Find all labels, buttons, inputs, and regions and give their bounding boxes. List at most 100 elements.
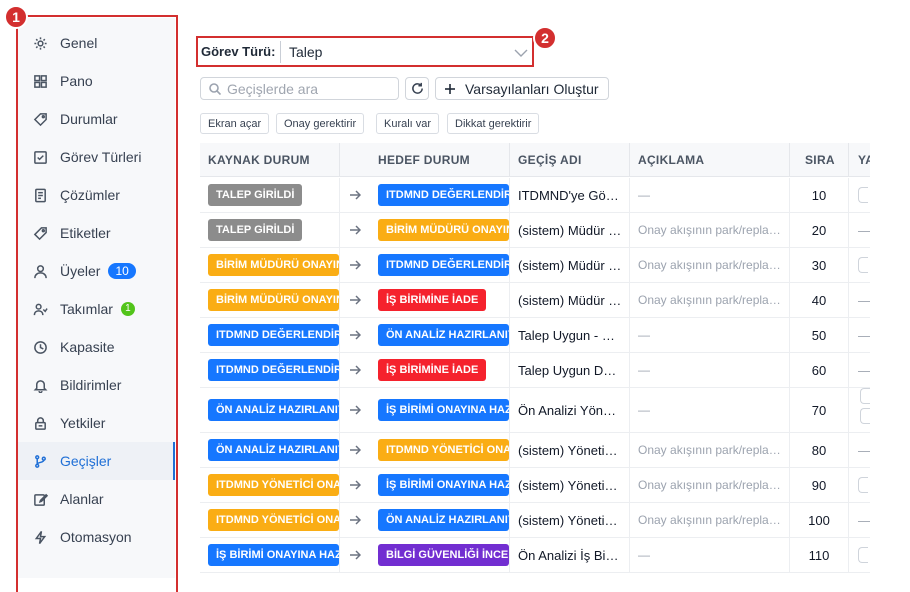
flag-chip[interactable] xyxy=(860,388,870,404)
sidebar-item-6[interactable]: Üyeler 10 xyxy=(18,252,173,290)
source-status-tag[interactable]: BİRİM MÜDÜRÜ ONAYINDA xyxy=(208,254,339,276)
table-row[interactable]: ITDMND DEĞERLENDİRME İŞ BİRİMİNE İADE Tale… xyxy=(200,353,870,388)
ya-cell xyxy=(858,538,870,572)
target-status-cell: ITDMND YÖNETİCİ ONAYINDA xyxy=(378,433,509,467)
target-status-cell: BİLGİ GÜVENLİĞİ İNCELEMESİ xyxy=(378,538,509,572)
count-badge: 10 xyxy=(108,263,136,279)
target-status-tag[interactable]: İŞ BİRİMİ ONAYINA HAZIR xyxy=(378,399,509,421)
sidebar-item-2[interactable]: Durumlar xyxy=(18,100,173,138)
source-status-tag[interactable]: ITDMND YÖNETİCİ ONAYINDA xyxy=(208,474,339,496)
transition-name-cell[interactable]: (sistem) Müdür Reddetti xyxy=(518,283,622,317)
description-cell: Onay akışının park/replay adımı xyxy=(638,443,781,457)
flag-chip[interactable] xyxy=(858,477,868,493)
arrow-right-icon xyxy=(349,538,369,572)
sidebar-item-8[interactable]: Kapasite xyxy=(18,328,173,366)
description-cell: — xyxy=(638,188,650,202)
target-status-tag[interactable]: ÖN ANALİZ HAZIRLANIYOR xyxy=(378,509,509,531)
col-target-status[interactable]: HEDEF DURUM xyxy=(378,143,470,177)
col-transition-name[interactable]: GEÇİŞ ADI xyxy=(518,143,582,177)
col-ya[interactable]: YA xyxy=(858,143,870,177)
create-defaults-label: Varsayılanları Oluştur xyxy=(465,80,599,97)
ya-cell: — xyxy=(858,512,870,528)
refresh-button[interactable] xyxy=(405,77,429,100)
table-row[interactable]: TALEP GİRİLDİ BİRİM MÜDÜRÜ ONAYINDA (siste… xyxy=(200,213,870,248)
chip-requires-approval[interactable]: Onay gerektirir xyxy=(276,113,365,134)
target-status-tag[interactable]: İŞ BİRİMİNE İADE xyxy=(378,359,487,381)
source-status-tag[interactable]: TALEP GİRİLDİ xyxy=(208,219,303,241)
flag-chip[interactable] xyxy=(858,547,868,563)
target-status-tag[interactable]: ITDMND DEĞERLENDİRME xyxy=(378,254,509,276)
flag-chip[interactable] xyxy=(860,408,870,424)
table-row[interactable]: ÖN ANALİZ HAZIRLANIYOR ITDMND YÖNETİCİ ON… xyxy=(200,433,870,468)
table-row[interactable]: TALEP GİRİLDİ ITDMND DEĞERLENDİRME ITDMND'… xyxy=(200,178,870,213)
arrow-right-icon xyxy=(349,503,369,537)
sidebar-item-11[interactable]: Geçişler xyxy=(18,442,175,480)
col-description[interactable]: AÇIKLAMA xyxy=(638,143,704,177)
transition-name-cell[interactable]: (sistem) Yönetici Onayına xyxy=(518,433,622,467)
target-status-tag[interactable]: İŞ BİRİMİNE İADE xyxy=(378,289,487,311)
transition-name-cell[interactable]: (sistem) Yönetici Onayladı xyxy=(518,468,622,502)
arrow-right-icon xyxy=(349,353,369,387)
sidebar-item-9[interactable]: Bildirimler xyxy=(18,366,173,404)
sidebar-item-13[interactable]: Otomasyon xyxy=(18,518,173,556)
transition-name-cell[interactable]: Ön Analizi İş Birimine xyxy=(518,538,622,572)
target-status-tag[interactable]: BİRİM MÜDÜRÜ ONAYINDA xyxy=(378,219,509,241)
transition-name-cell[interactable]: Talep Uygun Değil xyxy=(518,353,622,387)
flag-chip[interactable] xyxy=(858,257,868,273)
transition-name-cell[interactable]: (sistem) Yönetici Reddetti xyxy=(518,503,622,537)
table-row[interactable]: İŞ BİRİMİ ONAYINA HAZIR BİLGİ GÜVENLİĞİ İ… xyxy=(200,538,870,573)
source-status-tag[interactable]: BİRİM MÜDÜRÜ ONAYINDA xyxy=(208,289,339,311)
source-status-tag[interactable]: İŞ BİRİMİ ONAYINA HAZIR xyxy=(208,544,339,566)
description-cell: — xyxy=(638,363,650,377)
transition-name-cell[interactable]: ITDMND'ye Gönder xyxy=(518,178,622,212)
col-source-status[interactable]: KAYNAK DURUM xyxy=(208,143,310,177)
target-status-tag[interactable]: ITDMND YÖNETİCİ ONAYINDA xyxy=(378,439,509,461)
transition-name-cell[interactable]: Ön Analizi Yönetici Onayına xyxy=(518,388,622,432)
table-row[interactable]: BİRİM MÜDÜRÜ ONAYINDA ITDMND DEĞERLENDİRM… xyxy=(200,248,870,283)
chip-has-rule[interactable]: Kuralı var xyxy=(376,113,440,134)
source-status-tag[interactable]: TALEP GİRİLDİ xyxy=(208,184,303,206)
transition-name-cell[interactable]: Talep Uygun - Ön Analiz xyxy=(518,318,622,352)
sidebar-item-5[interactable]: Etiketler xyxy=(18,214,173,252)
create-defaults-button[interactable]: Varsayılanları Oluştur xyxy=(435,77,609,100)
arrow-right-icon xyxy=(349,388,369,432)
sidebar-item-4[interactable]: Çözümler xyxy=(18,176,173,214)
table-row[interactable]: BİRİM MÜDÜRÜ ONAYINDA İŞ BİRİMİNE İADE (si… xyxy=(200,283,870,318)
target-status-tag[interactable]: ITDMND DEĞERLENDİRME xyxy=(378,184,509,206)
sidebar-item-0[interactable]: Genel xyxy=(18,24,173,62)
chip-opens-screen[interactable]: Ekran açar xyxy=(200,113,270,134)
transition-search-box[interactable] xyxy=(200,77,399,100)
table-row[interactable]: ITDMND YÖNETİCİ ONAYINDA ÖN ANALİZ HAZIRL… xyxy=(200,503,870,538)
source-status-tag[interactable]: ÖN ANALİZ HAZIRLANIYOR xyxy=(208,439,339,461)
transition-name-cell[interactable]: (sistem) Müdür Onayına xyxy=(518,213,622,247)
target-status-tag[interactable]: BİLGİ GÜVENLİĞİ İNCELEMESİ xyxy=(378,544,509,566)
sidebar-item-10[interactable]: Yetkiler xyxy=(18,404,173,442)
flag-chip[interactable] xyxy=(858,187,868,203)
chip-requires-attention[interactable]: Dikkat gerektirir xyxy=(447,113,540,134)
chevron-down-icon[interactable] xyxy=(514,45,528,63)
task-type-select[interactable]: Talep xyxy=(280,41,530,63)
target-status-cell: ITDMND DEĞERLENDİRME xyxy=(378,248,509,282)
source-status-tag[interactable]: ÖN ANALİZ HAZIRLANIYOR xyxy=(208,399,339,421)
sidebar-item-1[interactable]: Pano xyxy=(18,62,173,100)
lock-icon xyxy=(32,415,48,431)
transition-name-cell[interactable]: (sistem) Müdür Onayladı xyxy=(518,248,622,282)
table-row[interactable]: ITDMND YÖNETİCİ ONAYINDA İŞ BİRİMİ ONAYIN… xyxy=(200,468,870,503)
description-cell: — xyxy=(638,548,650,562)
source-status-tag[interactable]: ITDMND YÖNETİCİ ONAYINDA xyxy=(208,509,339,531)
target-status-cell: İŞ BİRİMİ ONAYINA HAZIR xyxy=(378,468,509,502)
sidebar-item-12[interactable]: Alanlar xyxy=(18,480,173,518)
transition-search-input[interactable] xyxy=(227,80,387,97)
table-row[interactable]: ITDMND DEĞERLENDİRME ÖN ANALİZ HAZIRLANIY… xyxy=(200,318,870,353)
source-status-tag[interactable]: ITDMND DEĞERLENDİRME xyxy=(208,324,339,346)
sidebar-item-3[interactable]: Görev Türleri xyxy=(18,138,173,176)
table-row[interactable]: ÖN ANALİZ HAZIRLANIYOR İŞ BİRİMİ ONAYINA … xyxy=(200,388,870,433)
source-status-tag[interactable]: ITDMND DEĞERLENDİRME xyxy=(208,359,339,381)
target-status-tag[interactable]: ÖN ANALİZ HAZIRLANIYOR xyxy=(378,324,509,346)
plus-icon xyxy=(445,83,455,94)
description-cell: Onay akışının park/replay adımı xyxy=(638,258,781,272)
col-order[interactable]: SIRA xyxy=(805,143,835,177)
sidebar-item-7[interactable]: Takımlar 1 xyxy=(18,290,173,328)
target-status-tag[interactable]: İŞ BİRİMİ ONAYINA HAZIR xyxy=(378,474,509,496)
checkbox-icon xyxy=(32,149,48,165)
